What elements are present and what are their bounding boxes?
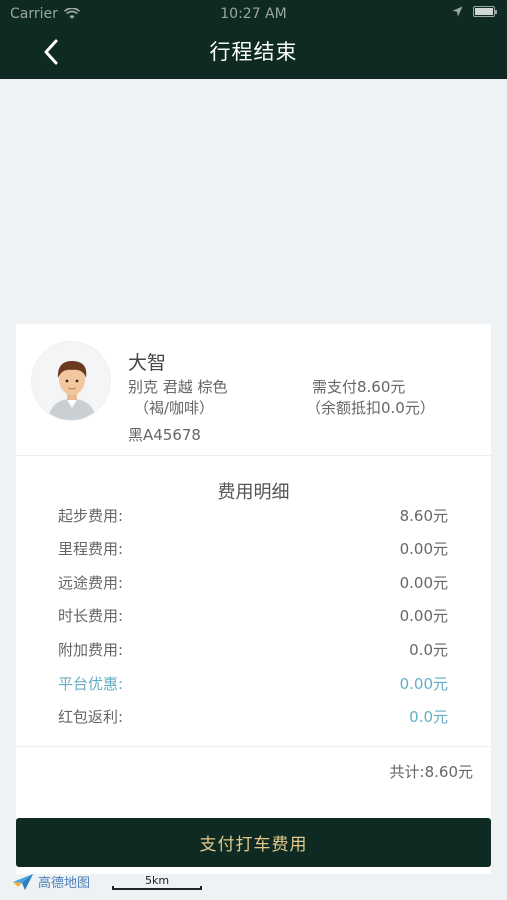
fee-label: 远途费用: bbox=[58, 574, 124, 592]
fee-row-long-distance: 远途费用: 0.00元 bbox=[58, 572, 448, 594]
fee-label: 时长费用: bbox=[58, 607, 124, 625]
amount-due: 需支付8.60元 bbox=[312, 378, 406, 396]
fee-row-red-packet: 红包返利: 0.0元 bbox=[58, 706, 448, 728]
fee-label: 附加费用: bbox=[58, 641, 124, 659]
car-color-note: （褐/咖啡） bbox=[134, 399, 215, 417]
amap-logo-icon bbox=[13, 873, 33, 890]
fee-value: 0.00元 bbox=[399, 540, 448, 558]
status-time: 10:27 AM bbox=[220, 6, 287, 22]
balance-deduction: （余额抵扣0.0元） bbox=[306, 399, 435, 417]
page-title: 行程结束 bbox=[209, 40, 298, 64]
fee-value: 8.60元 bbox=[399, 507, 448, 525]
fee-row-duration: 时长费用: 0.00元 bbox=[58, 605, 448, 627]
pay-fare-button[interactable]: 支付打车费用 bbox=[16, 818, 491, 867]
car-model: 别克 君越 棕色 bbox=[128, 378, 228, 396]
fee-value: 0.00元 bbox=[399, 607, 448, 625]
scale-bar bbox=[112, 886, 202, 890]
divider bbox=[16, 746, 491, 747]
map-logo: 高德地图 bbox=[12, 872, 90, 891]
total-amount: 共计:8.60元 bbox=[389, 763, 473, 781]
driver-avatar-icon bbox=[32, 342, 110, 420]
status-icons bbox=[452, 6, 497, 17]
driver-info: 大智 别克 君越 棕色 （褐/咖啡） 黑A45678 需支付8.60元 （余额抵… bbox=[16, 324, 491, 456]
top-bar: Carrier 10:27 AM 行程结束 bbox=[0, 0, 507, 79]
fee-label: 红包返利: bbox=[58, 708, 124, 726]
fee-label: 里程费用: bbox=[58, 540, 124, 558]
fee-details-title: 费用明细 bbox=[217, 482, 290, 503]
fee-value: 0.0元 bbox=[409, 641, 448, 659]
fee-row-additional: 附加费用: 0.0元 bbox=[58, 639, 448, 661]
map-logo-text: 高德地图 bbox=[38, 876, 91, 891]
fee-value: 0.00元 bbox=[399, 675, 448, 693]
map-scale: 5km bbox=[112, 872, 202, 892]
fee-row-platform-discount: 平台优惠: 0.00元 bbox=[58, 673, 448, 695]
fee-value: 0.0元 bbox=[409, 708, 448, 726]
battery-icon bbox=[473, 6, 497, 17]
driver-name: 大智 bbox=[128, 352, 167, 374]
driver-avatar bbox=[31, 341, 111, 421]
trip-summary-card: 大智 别克 君越 棕色 （褐/咖啡） 黑A45678 需支付8.60元 （余额抵… bbox=[16, 324, 491, 874]
plate-number: 黑A45678 bbox=[128, 426, 201, 444]
location-arrow-icon bbox=[452, 6, 463, 17]
fee-row-mileage: 里程费用: 0.00元 bbox=[58, 538, 448, 560]
fee-value: 0.00元 bbox=[399, 574, 448, 592]
fee-label: 起步费用: bbox=[58, 507, 124, 525]
fee-label: 平台优惠: bbox=[58, 675, 124, 693]
fee-row-base: 起步费用: 8.60元 bbox=[58, 505, 448, 527]
